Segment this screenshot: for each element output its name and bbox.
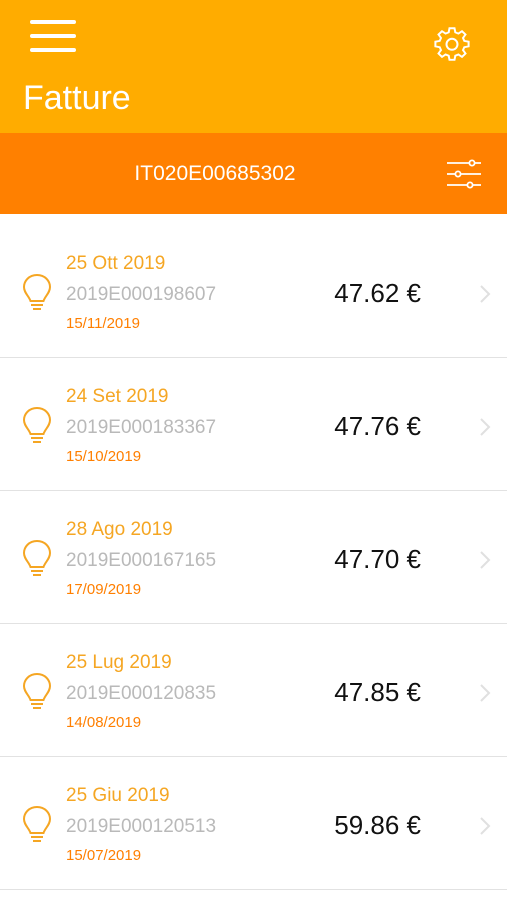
invoice-number: 2019E000167165	[66, 550, 217, 571]
invoice-number: 2019E000120513	[66, 816, 217, 837]
invoice-row[interactable]: 25 Ott 2019 2019E000198607 15/11/2019 47…	[0, 225, 507, 358]
invoice-row[interactable]: 25 Giu 2019 2019E000120513 15/07/2019 59…	[0, 757, 507, 890]
invoice-due-date: 15/10/2019	[66, 448, 142, 465]
invoice-date: 25 Giu 2019	[66, 785, 170, 806]
invoice-amount: 47.62 €	[334, 278, 421, 308]
invoice-number: 2019E000183367	[66, 417, 217, 438]
account-code[interactable]: IT020E00685302	[0, 133, 430, 214]
lightbulb-icon	[22, 539, 52, 576]
invoice-due-date: 15/11/2019	[66, 315, 140, 332]
chevron-right-icon	[480, 817, 491, 835]
lightbulb-icon	[22, 672, 52, 709]
invoice-due-date: 15/07/2019	[66, 847, 142, 864]
hamburger-menu-icon[interactable]	[30, 18, 80, 56]
page-title: Fatture	[23, 79, 131, 117]
invoice-date: 25 Ott 2019	[66, 253, 166, 274]
chevron-right-icon	[480, 551, 491, 569]
invoice-number: 2019E000198607	[66, 284, 217, 305]
lightbulb-icon	[22, 805, 52, 842]
header: Fatture	[0, 0, 507, 133]
invoice-date: 25 Lug 2019	[66, 652, 172, 673]
account-bar: IT020E00685302	[0, 133, 507, 214]
invoice-amount: 59.86 €	[334, 810, 421, 840]
invoice-row[interactable]: 25 Lug 2019 2019E000120835 14/08/2019 47…	[0, 624, 507, 757]
chevron-right-icon	[480, 418, 491, 436]
invoice-due-date: 17/09/2019	[66, 581, 142, 598]
app-screen: Fatture IT020E00685302 25 Ott 2019 2019E…	[0, 0, 507, 900]
invoice-amount: 47.70 €	[334, 544, 421, 574]
chevron-right-icon	[480, 684, 491, 702]
gear-icon[interactable]	[434, 27, 470, 63]
invoice-date: 24 Set 2019	[66, 386, 169, 407]
invoice-due-date: 14/08/2019	[66, 714, 142, 731]
invoice-amount: 47.85 €	[334, 677, 421, 707]
invoice-list: 25 Ott 2019 2019E000198607 15/11/2019 47…	[0, 225, 507, 890]
sliders-icon[interactable]	[446, 158, 482, 190]
invoice-row[interactable]: 24 Set 2019 2019E000183367 15/10/2019 47…	[0, 358, 507, 491]
invoice-amount: 47.76 €	[334, 411, 421, 441]
lightbulb-icon	[22, 273, 52, 310]
invoice-date: 28 Ago 2019	[66, 519, 173, 540]
chevron-right-icon	[480, 285, 491, 303]
lightbulb-icon	[22, 406, 52, 443]
invoice-number: 2019E000120835	[66, 683, 217, 704]
invoice-row[interactable]: 28 Ago 2019 2019E000167165 17/09/2019 47…	[0, 491, 507, 624]
